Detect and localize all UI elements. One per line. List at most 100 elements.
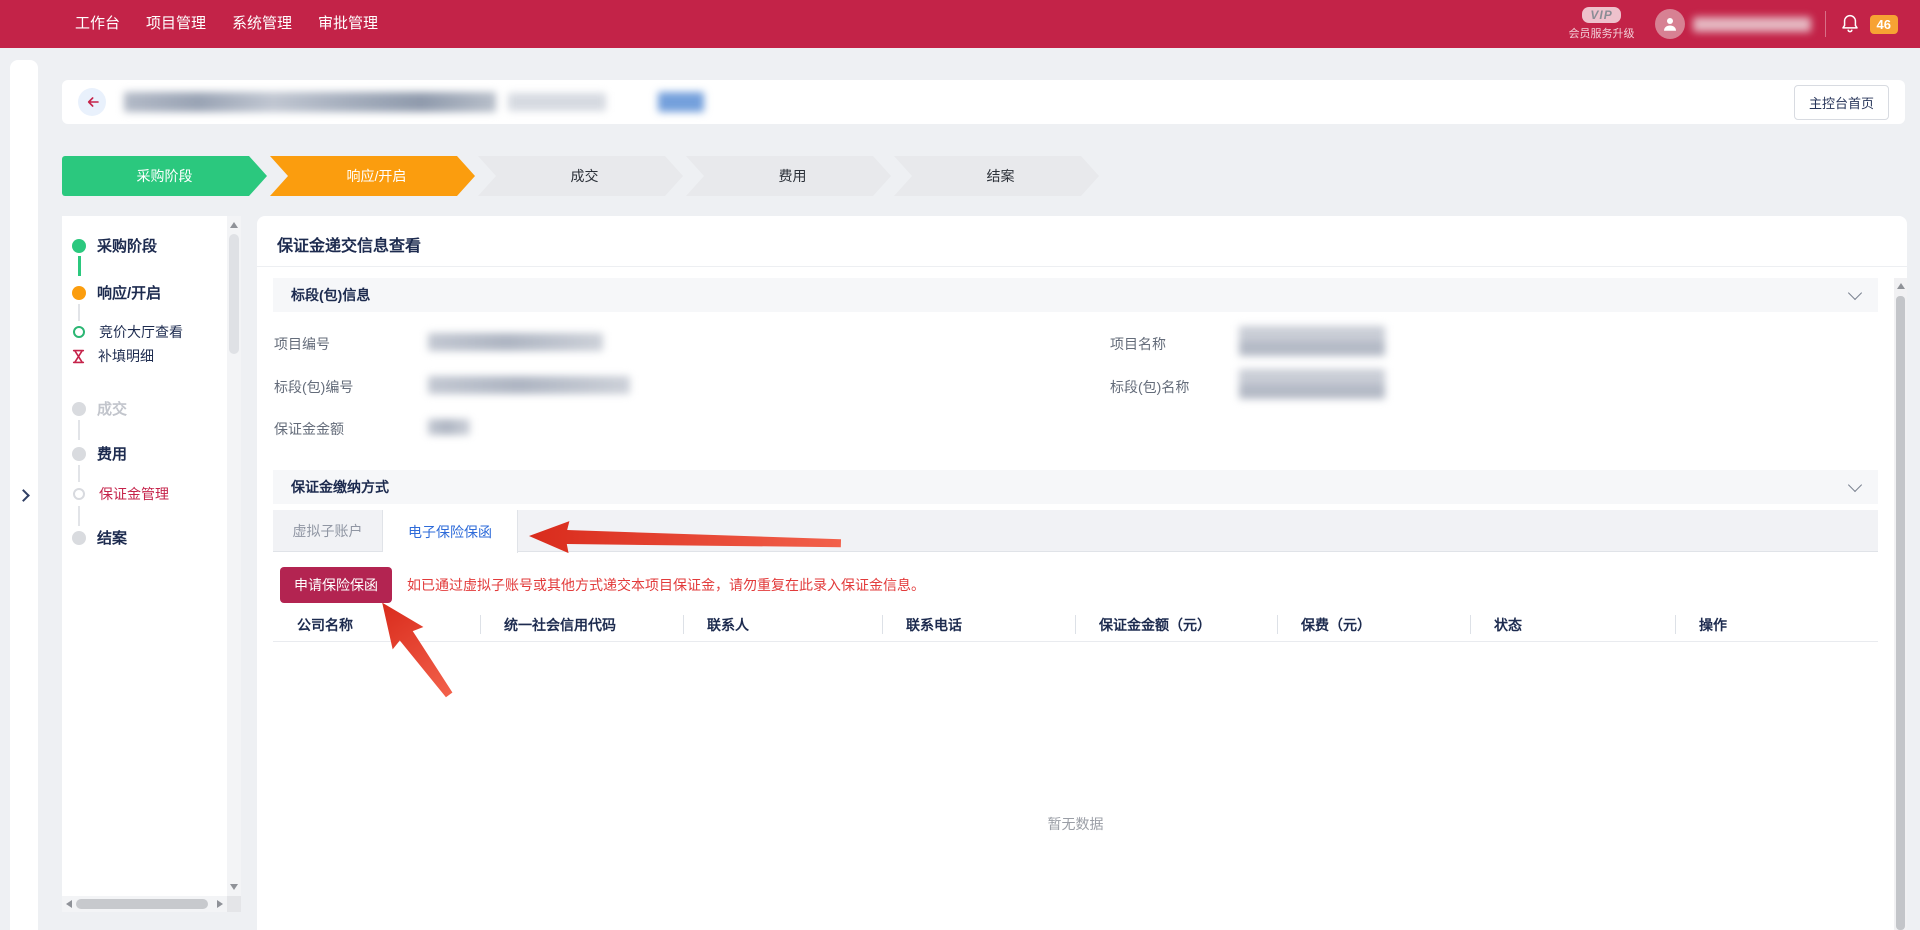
console-home-button[interactable]: 主控台首页 <box>1794 85 1889 120</box>
nav-workbench[interactable]: 工作台 <box>75 0 120 48</box>
avatar <box>1655 9 1685 39</box>
column-deposit-amount: 保证金金额（元） <box>1075 608 1277 641</box>
table-header-row: 公司名称 统一社会信用代码 联系人 联系电话 保证金金额（元） 保费（元） 状态… <box>273 608 1878 642</box>
scroll-right-icon[interactable] <box>217 900 223 908</box>
notification-bell-icon[interactable] <box>1840 13 1860 35</box>
user-icon <box>1661 15 1679 33</box>
sidebar-item-response-open[interactable]: 响应/开启 <box>72 282 161 303</box>
page-topbar: 主控台首页 <box>62 80 1905 124</box>
section-title: 标段(包)信息 <box>291 285 370 305</box>
sidebar-item-bidding-hall[interactable]: 竞价大厅查看 <box>73 322 183 342</box>
scroll-up-icon[interactable] <box>1897 283 1905 289</box>
sidebar-item-label: 成交 <box>97 398 127 419</box>
step-deal[interactable]: 成交 <box>478 156 683 196</box>
scroll-up-icon[interactable] <box>230 222 238 228</box>
main-nav: 工作台 项目管理 系统管理 审批管理 <box>0 0 378 48</box>
value-project-no-redacted <box>428 333 603 351</box>
step-closing[interactable]: 结案 <box>894 156 1099 196</box>
value-project-name-redacted <box>1239 326 1385 356</box>
back-button[interactable] <box>78 88 106 116</box>
timeline-connector <box>78 256 81 276</box>
done-dot-icon <box>72 239 86 253</box>
vip-icon: VIP <box>1582 7 1620 23</box>
tab-electronic-insurance-guarantee[interactable]: 电子保险保函 <box>383 510 518 553</box>
pending-dot-icon <box>72 531 86 545</box>
timeline-connector <box>78 420 80 440</box>
section-header-payment-method[interactable]: 保证金缴纳方式 <box>273 470 1878 504</box>
active-dot-icon <box>72 286 86 300</box>
payment-method-tabs: 虚拟子账户 电子保险保函 <box>273 510 1878 552</box>
collapse-chevron-icon[interactable] <box>1848 286 1862 300</box>
sidebar-horizontal-scrollbar[interactable] <box>62 896 227 912</box>
nav-system-management[interactable]: 系统管理 <box>232 0 292 48</box>
timeline-connector <box>78 304 80 321</box>
tab-virtual-subaccount[interactable]: 虚拟子账户 <box>273 510 383 552</box>
hourglass-icon <box>71 349 86 364</box>
collapse-chevron-icon[interactable] <box>1848 478 1862 492</box>
step-response-open[interactable]: 响应/开启 <box>270 156 475 196</box>
apply-insurance-guarantee-button[interactable]: 申请保险保函 <box>280 567 392 603</box>
project-title-redacted-2 <box>508 93 606 111</box>
stage-sidebar: 采购阶段 响应/开启 竞价大厅查看 补填明细 成交 费用 保证金管理 结案 <box>62 216 241 912</box>
notification-count-badge[interactable]: 46 <box>1870 15 1898 34</box>
main-panel: 保证金递交信息查看 标段(包)信息 项目编号 项目名称 标段(包)编号 标段(包… <box>257 216 1907 930</box>
step-fees[interactable]: 费用 <box>686 156 891 196</box>
field-label-deposit-amount: 保证金金额 <box>274 419 344 439</box>
scrollbar-thumb[interactable] <box>76 899 208 909</box>
pending-dot-icon <box>72 402 86 416</box>
section-header-package-info[interactable]: 标段(包)信息 <box>273 278 1878 312</box>
vip-caption: 会员服务升级 <box>1569 25 1635 41</box>
sidebar-item-fill-details[interactable]: 补填明细 <box>71 346 154 366</box>
nav-project-management[interactable]: 项目管理 <box>146 0 206 48</box>
sidebar-item-closing[interactable]: 结案 <box>72 527 127 548</box>
vip-upgrade[interactable]: VIP 会员服务升级 <box>1569 7 1635 41</box>
timeline-connector <box>78 506 80 526</box>
column-actions: 操作 <box>1675 608 1878 641</box>
empty-state-text: 暂无数据 <box>273 814 1878 834</box>
column-status: 状态 <box>1470 608 1675 641</box>
pending-dot-icon <box>72 447 86 461</box>
project-title-redacted <box>124 92 496 112</box>
expand-panel-icon[interactable] <box>17 489 30 502</box>
sidebar-item-label: 保证金管理 <box>99 484 169 504</box>
field-label-project-name: 项目名称 <box>1110 334 1166 354</box>
timeline-connector <box>78 465 80 482</box>
status-chip-redacted <box>658 92 704 112</box>
sidebar-item-procurement-stage[interactable]: 采购阶段 <box>72 235 157 256</box>
username-redacted <box>1693 17 1811 32</box>
sidebar-item-label: 采购阶段 <box>97 235 157 256</box>
column-company-name: 公司名称 <box>273 608 480 641</box>
column-credit-code: 统一社会信用代码 <box>480 608 683 641</box>
sidebar-item-deposit-management[interactable]: 保证金管理 <box>73 484 169 504</box>
top-navigation: 工作台 项目管理 系统管理 审批管理 VIP 会员服务升级 46 <box>0 0 1920 48</box>
column-premium: 保费（元） <box>1277 608 1470 641</box>
page-title: 保证金递交信息查看 <box>277 232 421 256</box>
scroll-down-icon[interactable] <box>230 884 238 890</box>
field-label-package-name: 标段(包)名称 <box>1110 377 1189 397</box>
process-steps: 采购阶段 响应/开启 成交 费用 结案 <box>62 156 1099 196</box>
sidebar-item-label: 响应/开启 <box>97 282 161 303</box>
back-arrow-icon <box>84 94 100 110</box>
value-deposit-amount-redacted <box>428 419 470 435</box>
column-contact-person: 联系人 <box>683 608 882 641</box>
scroll-left-icon[interactable] <box>66 900 72 908</box>
header-divider <box>1825 11 1826 37</box>
sidebar-item-deal[interactable]: 成交 <box>72 398 127 419</box>
section-title: 保证金缴纳方式 <box>291 477 389 497</box>
scrollbar-thumb[interactable] <box>1896 296 1905 930</box>
user-account[interactable] <box>1655 9 1811 39</box>
sidebar-item-fees[interactable]: 费用 <box>72 443 127 464</box>
nav-approval-management[interactable]: 审批管理 <box>318 0 378 48</box>
collapsed-side-strip <box>10 60 38 930</box>
done-ring-icon <box>73 326 85 338</box>
sidebar-item-label: 费用 <box>97 443 127 464</box>
column-contact-phone: 联系电话 <box>882 608 1075 641</box>
content-vertical-scrollbar[interactable] <box>1894 278 1907 930</box>
scrollbar-thumb[interactable] <box>229 234 239 354</box>
duplicate-deposit-warning: 如已通过虚拟子账号或其他方式递交本项目保证金，请勿重复在此录入保证金信息。 <box>407 575 925 595</box>
value-package-name-redacted <box>1239 369 1385 399</box>
step-procurement-stage[interactable]: 采购阶段 <box>62 156 267 196</box>
field-label-project-no: 项目编号 <box>274 334 330 354</box>
value-package-no-redacted <box>428 376 630 394</box>
sidebar-vertical-scrollbar[interactable] <box>227 216 241 896</box>
